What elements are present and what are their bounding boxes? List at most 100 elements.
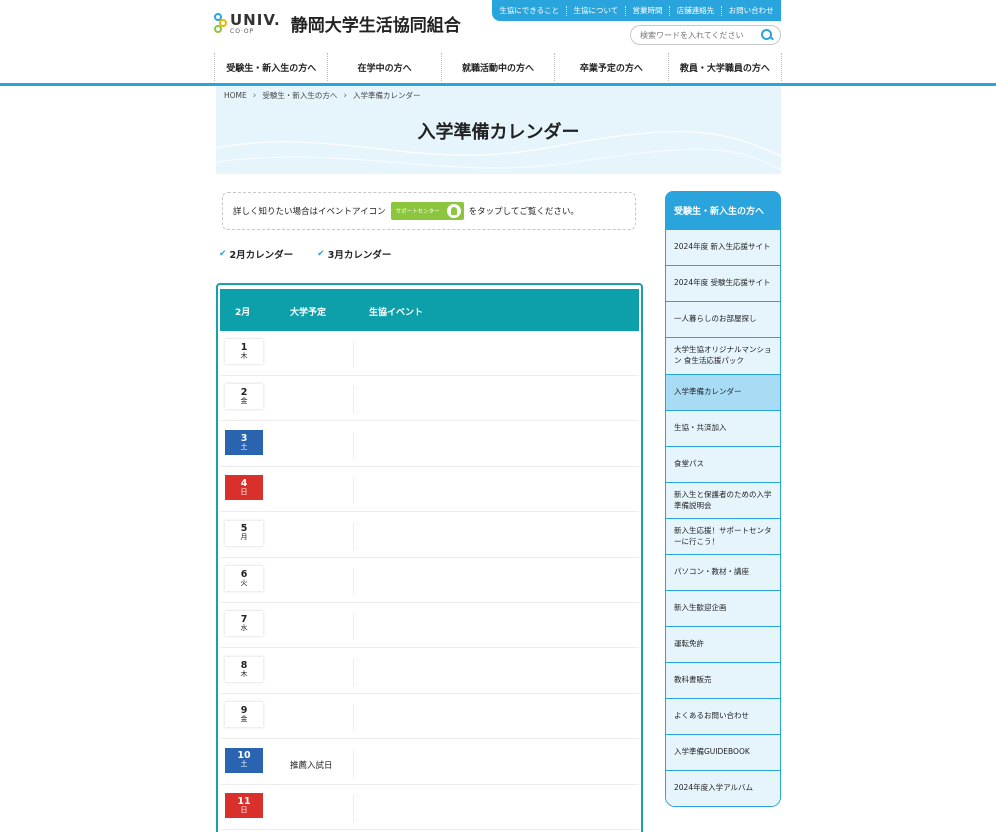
side-nav-item[interactable]: よくあるお問い合わせ <box>666 698 780 734</box>
calendar-header-row: 2月 大学予定 生協イベント <box>220 289 639 331</box>
weekday-label: 火 <box>240 578 248 587</box>
search-box <box>630 25 781 45</box>
weekday-label: 日 <box>240 488 248 496</box>
side-nav-item[interactable]: 新入生歓迎企画 <box>666 590 780 626</box>
weekday-label: 木 <box>240 351 248 360</box>
date-badge: 6火 <box>225 566 263 591</box>
date-badge: 3土 <box>225 429 263 455</box>
side-nav-item[interactable]: 新入生応援！サポートセンターに行こう！ <box>666 518 780 554</box>
support-center-badge: サポートセンター <box>390 202 464 220</box>
link-hours[interactable]: 営業時間 <box>633 5 663 16</box>
side-nav-item[interactable]: 運転免許 <box>666 626 780 662</box>
column-divider <box>353 704 354 732</box>
divider <box>624 5 626 16</box>
header-university-schedule: 大学予定 <box>290 308 327 318</box>
february-calendar-table: 2月 大学予定 生協イベント 1 木 2 金 3 土 4 日 5 月 6 火 7 水 8 木 9 金 10 土推薦入試… <box>216 283 643 832</box>
side-nav-item[interactable]: 生協・共済加入 <box>666 410 780 446</box>
column-divider <box>353 795 354 822</box>
date-badge: 2金 <box>225 384 263 410</box>
calendar-row: 6火 <box>220 560 639 603</box>
date-badge: 10 土 <box>225 747 263 773</box>
breadcrumb: HOME › 受験生・新入生の方へ › 入学準備カレンダー <box>224 90 420 101</box>
global-nav: 受験生・新入生の方へ 在学中の方へ 就職活動中の方へ 卒業予定の方へ 教員・大学… <box>214 53 783 81</box>
side-nav-item[interactable]: 食堂パス <box>666 446 780 482</box>
calendar-row: 2金 <box>220 378 639 422</box>
column-divider <box>353 477 354 505</box>
nav-graduating[interactable]: 卒業予定の方へ <box>554 53 667 81</box>
support-badge-label: サポートセンター <box>395 209 440 215</box>
info-note: 詳しく知りたい場合はイベントアイコン サポートセンター をタップしてご覧ください… <box>222 192 636 230</box>
date-badge: 1木 <box>225 339 263 364</box>
weekday-label: 土 <box>240 442 248 451</box>
side-nav-item[interactable]: パソコン・教材・講座 <box>666 554 780 590</box>
calendar-row: 11 日 <box>220 787 639 830</box>
search-input[interactable] <box>640 30 760 40</box>
logo-univ-text: UNIV. <box>230 10 281 29</box>
link-store-contacts[interactable]: 店舗連絡先 <box>677 5 715 16</box>
link-about[interactable]: 生協について <box>573 5 618 16</box>
nav-current-students[interactable]: 在学中の方へ <box>327 53 440 81</box>
link-mar-calendar[interactable]: ✔ 3月カレンダー <box>317 247 391 261</box>
coop-logo-icon <box>214 12 228 35</box>
site-logo[interactable]: UNIV. CO·OP 静岡大学生活協同組合 <box>214 11 461 36</box>
divider <box>669 5 671 16</box>
nav-prospective-students[interactable]: 受験生・新入生の方へ <box>214 53 327 81</box>
breadcrumb-current: 入学準備カレンダー <box>352 91 421 100</box>
side-nav-item[interactable]: 新入生と保護者のための入学準備説明会 <box>666 482 780 518</box>
page-title: 入学準備カレンダー <box>417 122 580 143</box>
link-contact[interactable]: お問い合わせ <box>729 5 774 16</box>
date-badge: 11 日 <box>225 793 263 818</box>
date-badge: 5月 <box>225 520 263 546</box>
column-divider <box>353 431 354 459</box>
chevron-right-icon: › <box>252 90 257 101</box>
side-nav-item[interactable]: 大学生協オリジナルマンション 食生活応援パック <box>666 337 780 374</box>
calendar-row: 7水 <box>220 605 639 649</box>
side-nav-item[interactable]: 入学準備カレンダー <box>666 374 780 410</box>
logo-coop-text: CO·OP <box>230 27 255 35</box>
side-nav: 受験生・新入生の方へ 2024年度 新入生応援サイト 2024年度 受験生応援サイ… <box>665 191 781 807</box>
column-divider <box>353 341 354 368</box>
breadcrumb-home[interactable]: HOME <box>224 91 247 100</box>
link-feb-calendar[interactable]: ✔ 2月カレンダー <box>219 247 293 261</box>
weekday-label: 日 <box>240 805 248 814</box>
calendar-row: 4日 <box>220 469 639 513</box>
weekday-label: 水 <box>240 624 248 633</box>
side-nav-title[interactable]: 受験生・新入生の方へ <box>665 191 781 229</box>
support-person-icon <box>446 204 461 218</box>
date-badge: 4日 <box>225 475 263 501</box>
chevron-right-icon: › <box>343 90 347 101</box>
nav-job-hunting[interactable]: 就職活動中の方へ <box>440 53 554 81</box>
weekday-label: 金 <box>240 715 248 723</box>
utility-links: 生協にできること 生協について 営業時間 店舗連絡先 お問い合わせ <box>492 0 781 21</box>
breadcrumb-prospective[interactable]: 受験生・新入生の方へ <box>262 90 337 101</box>
weekday-label: 木 <box>240 669 248 678</box>
calendar-row: 8木 <box>220 651 639 694</box>
header-month: 2月 <box>235 308 251 318</box>
calendar-row: 9金 <box>220 696 639 740</box>
site-title: 静岡大学生活協同組合 <box>290 16 461 36</box>
nav-faculty-staff[interactable]: 教員・大学職員の方へ <box>667 53 783 81</box>
column-divider <box>353 522 354 550</box>
search-icon[interactable] <box>760 28 774 42</box>
side-nav-item[interactable]: 2024年度 新入生応援サイト <box>666 229 780 265</box>
side-nav-item[interactable]: 一人暮らしのお部屋探し <box>666 301 780 337</box>
column-divider <box>353 613 354 641</box>
calendar-row: 3土 <box>220 424 639 467</box>
calendar-row: 10 土推薦入試日 <box>220 742 639 785</box>
info-text-after: をタップしてご覧ください。 <box>468 207 579 217</box>
date-badge: 7水 <box>225 611 263 637</box>
side-nav-item[interactable]: 2024年度 受験生応援サイト <box>666 265 780 301</box>
link-mar-label: 3月カレンダー <box>327 250 392 261</box>
side-nav-item[interactable]: 2024年度入学アルバム <box>666 770 780 806</box>
side-nav-item[interactable]: 入学準備GUIDEBOOK <box>666 734 780 770</box>
column-divider <box>353 386 354 414</box>
link-services[interactable]: 生協にできること <box>499 5 559 16</box>
weekday-label: 金 <box>240 397 248 406</box>
check-icon: ✔ <box>317 249 325 259</box>
side-nav-item[interactable]: 教科書販売 <box>666 662 780 698</box>
page-heading-banner: HOME › 受験生・新入生の方へ › 入学準備カレンダー 入学準備カレンダー <box>216 86 781 174</box>
weekday-label: 月 <box>240 533 248 542</box>
weekday-label: 土 <box>240 760 248 769</box>
column-divider <box>353 749 354 777</box>
date-badge: 8木 <box>225 656 263 682</box>
